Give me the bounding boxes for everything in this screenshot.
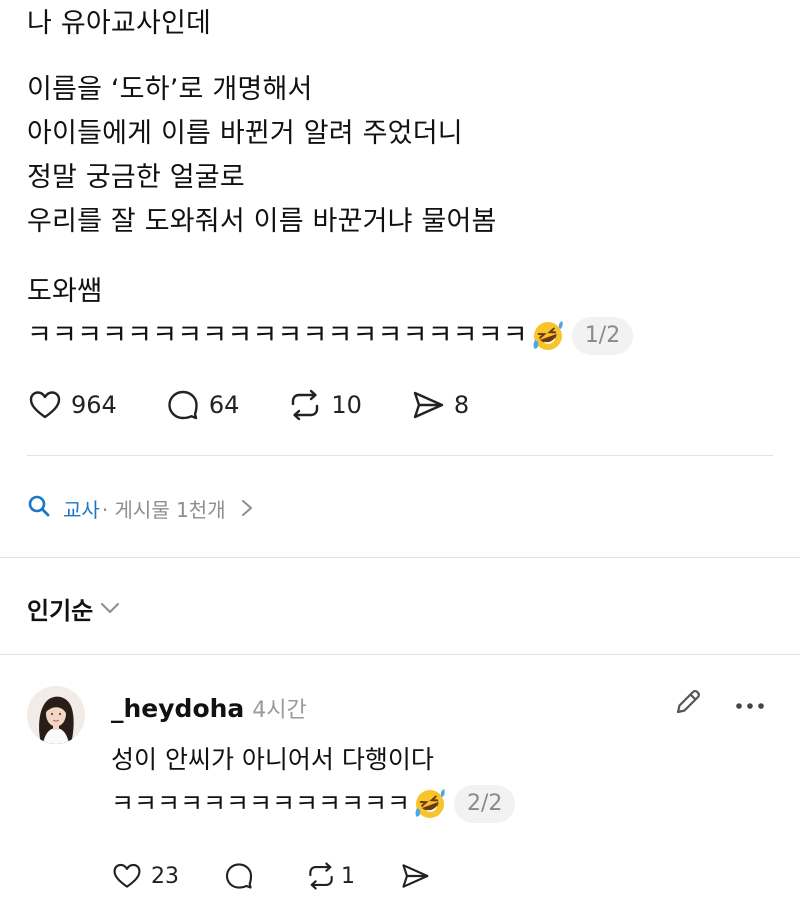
reply-count: 64 [208,391,240,419]
repost-icon [305,860,337,892]
divider [0,557,800,558]
repost-count: 10 [331,391,362,419]
post-laugh-text: ㅋㅋㅋㅋㅋㅋㅋㅋㅋㅋㅋㅋㅋㅋㅋㅋㅋㅋㅋㅋ [27,320,528,351]
post-text-line: 우리를 잘 도와줘서 이름 바꾼거냐 물어봄 [27,206,497,237]
post-text-line: 이름을 ‘도하’로 개명해서 [27,74,313,105]
page-indicator-badge: 2/2 [454,785,516,823]
reply-button[interactable]: 64 [165,383,240,427]
sort-label: 인기순 [27,596,94,625]
topic-row: 교사 · 게시물 1천개 [27,490,254,526]
more-options-button[interactable] [732,686,768,722]
like-count: 964 [71,391,117,419]
more-dots-icon [735,695,765,714]
post-text-line: 정말 궁금한 얼굴로 [27,162,245,193]
comment-action-bar: 23 1 [111,856,431,896]
share-button[interactable] [399,854,431,898]
avatar[interactable] [27,686,85,744]
share-count: 8 [453,391,470,419]
post-paragraph-3: 도와쌤 ㅋㅋㅋㅋㅋㅋㅋㅋㅋㅋㅋㅋㅋㅋㅋㅋㅋㅋㅋㅋ 1/2 [27,270,634,358]
comment-timestamp: 4시간 [252,698,307,723]
chevron-down-icon [99,601,121,615]
comment-laugh-text: ㅋㅋㅋㅋㅋㅋㅋㅋㅋㅋㅋㅋㅋ [111,789,411,818]
comment-username[interactable]: _heydoha [111,694,244,723]
sort-dropdown[interactable]: 인기순 [27,588,121,628]
post-paragraph-1: 나 유아교사인데 [27,2,211,46]
divider [0,654,800,655]
post-text-line: 아이들에게 이름 바뀐거 알려 주었더니 [27,118,463,149]
comment-header: _heydoha 4시간 [111,690,307,726]
topic-post-count: · 게시물 1천개 [101,497,226,522]
comment-text-line: 성이 안씨가 아니어서 다행이다 [111,745,434,774]
pencil-icon [672,686,704,722]
reply-button[interactable] [223,854,255,898]
post-text-line: 도와쌤 [27,276,103,307]
post-action-bar: 964 64 10 8 [27,383,469,427]
repost-button[interactable]: 1 [305,854,355,898]
share-button[interactable]: 8 [410,383,469,427]
post-paragraph-2: 이름을 ‘도하’로 개명해서 아이들에게 이름 바뀐거 알려 주었더니 정말 궁… [27,68,497,244]
rolling-on-floor-laughing-icon [414,788,446,820]
post-text-line: 나 유아교사인데 [27,8,212,39]
heart-icon [27,387,63,423]
post-laugh-line: ㅋㅋㅋㅋㅋㅋㅋㅋㅋㅋㅋㅋㅋㅋㅋㅋㅋㅋㅋㅋ 1/2 [27,314,634,358]
like-button[interactable]: 964 [27,383,117,427]
divider [27,455,773,456]
comment-text: 성이 안씨가 아니어서 다행이다 ㅋㅋㅋㅋㅋㅋㅋㅋㅋㅋㅋㅋㅋ 2/2 [111,738,751,826]
repost-count: 1 [341,863,355,889]
send-icon [410,387,446,423]
topic-name: 교사 [63,497,100,522]
topic-link[interactable]: 교사 [27,494,100,523]
heart-icon [111,860,143,892]
like-count: 23 [151,863,179,889]
search-icon [27,494,51,523]
comment-bubble-icon [165,387,201,423]
like-button[interactable]: 23 [111,854,179,898]
rolling-on-floor-laughing-icon [532,320,564,352]
edit-button[interactable] [670,686,706,722]
repost-button[interactable]: 10 [287,383,362,427]
send-icon [399,860,431,892]
comment-bubble-icon [223,860,255,892]
repost-icon [287,387,323,423]
chevron-right-icon[interactable] [240,498,254,518]
comment-laugh-line: ㅋㅋㅋㅋㅋㅋㅋㅋㅋㅋㅋㅋㅋ 2/2 [111,782,751,826]
page-indicator-badge: 1/2 [571,317,634,355]
